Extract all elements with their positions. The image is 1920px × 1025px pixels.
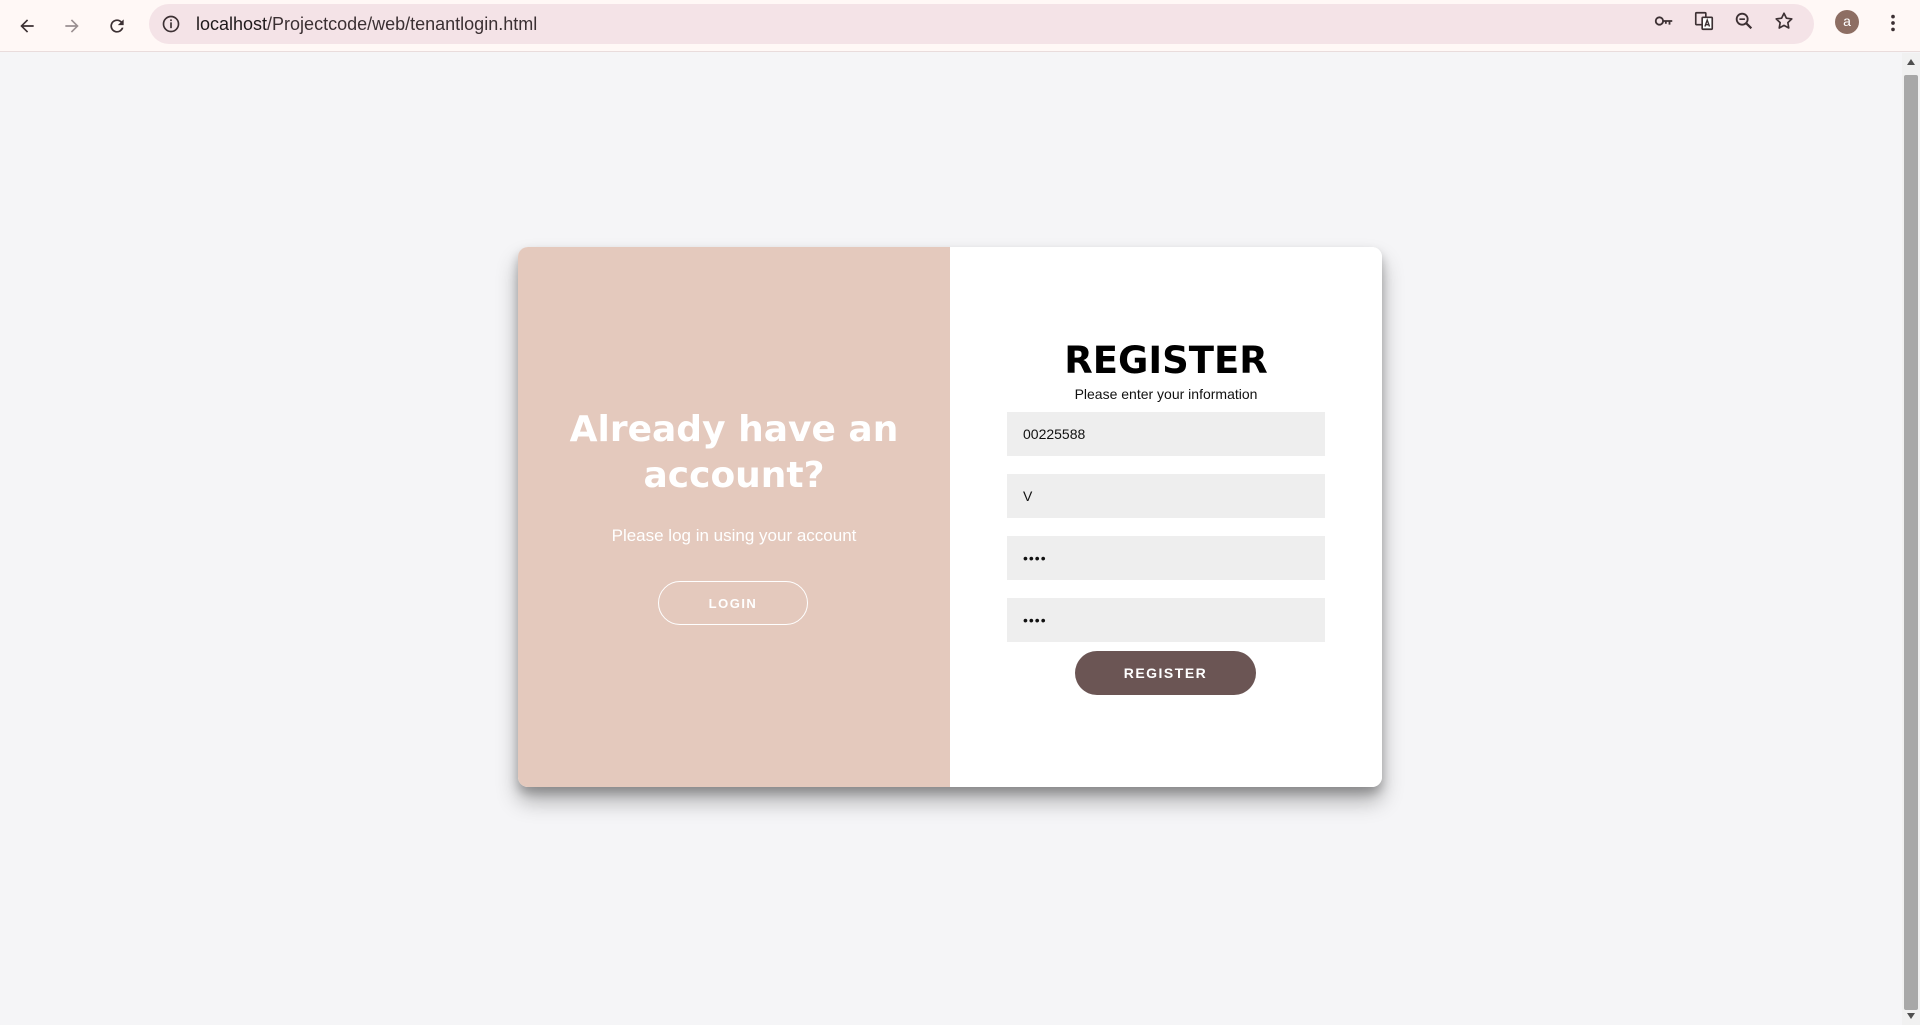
forward-arrow-icon — [65, 19, 79, 33]
register-password-field[interactable] — [1007, 536, 1325, 580]
info-icon[interactable] — [161, 14, 181, 34]
browser-menu-button[interactable] — [1881, 10, 1905, 36]
address-bar[interactable]: localhost/Projectcode/web/tenantlogin.ht… — [149, 4, 1814, 44]
zoom-button[interactable] — [1731, 8, 1757, 34]
password-key-button[interactable] — [1651, 8, 1677, 34]
star-icon — [1775, 12, 1793, 29]
register-button[interactable]: REGISTER — [1075, 651, 1256, 695]
login-prompt-text: Please log in using your account — [611, 526, 857, 545]
back-button[interactable] — [9, 8, 45, 44]
register-panel: REGISTER Please enter your information R… — [950, 247, 1382, 787]
profile-avatar[interactable]: a — [1835, 10, 1859, 34]
login-prompt-heading: Already have an account? — [569, 409, 899, 496]
register-title: REGISTER — [1064, 339, 1268, 382]
register-subtitle: Please enter your information — [1074, 386, 1258, 402]
scroll-down-button[interactable] — [1902, 1007, 1920, 1025]
scroll-thumb[interactable] — [1904, 75, 1918, 1010]
register-confirm-password-field[interactable] — [1007, 598, 1325, 642]
translate-button[interactable] — [1691, 8, 1717, 34]
reload-icon — [110, 19, 124, 33]
translate-icon — [1694, 11, 1714, 31]
zoom-icon — [1735, 12, 1753, 30]
register-field-2[interactable] — [1007, 474, 1325, 518]
page-scrollbar[interactable] — [1902, 53, 1920, 1025]
address-url[interactable]: localhost/Projectcode/web/tenantlogin.ht… — [196, 4, 537, 44]
bookmark-button[interactable] — [1771, 8, 1797, 34]
url-host: localhost — [196, 14, 268, 34]
url-path: /Projectcode/web/tenantlogin.html — [267, 14, 538, 34]
register-field-1[interactable] — [1007, 412, 1325, 456]
login-button[interactable]: LOGIN — [658, 581, 808, 625]
kebab-menu-icon — [1891, 14, 1895, 32]
forward-button[interactable] — [54, 8, 90, 44]
auth-card: Already have an account? Please log in u… — [518, 247, 1382, 787]
reload-button[interactable] — [99, 8, 135, 44]
key-icon — [1654, 16, 1673, 26]
back-arrow-icon — [20, 19, 34, 33]
scroll-up-button[interactable] — [1902, 53, 1920, 71]
triangle-up-icon — [1907, 59, 1915, 65]
login-prompt-panel: Already have an account? Please log in u… — [518, 247, 950, 787]
browser-toolbar: localhost/Projectcode/web/tenantlogin.ht… — [0, 0, 1920, 52]
triangle-down-icon — [1907, 1013, 1915, 1019]
